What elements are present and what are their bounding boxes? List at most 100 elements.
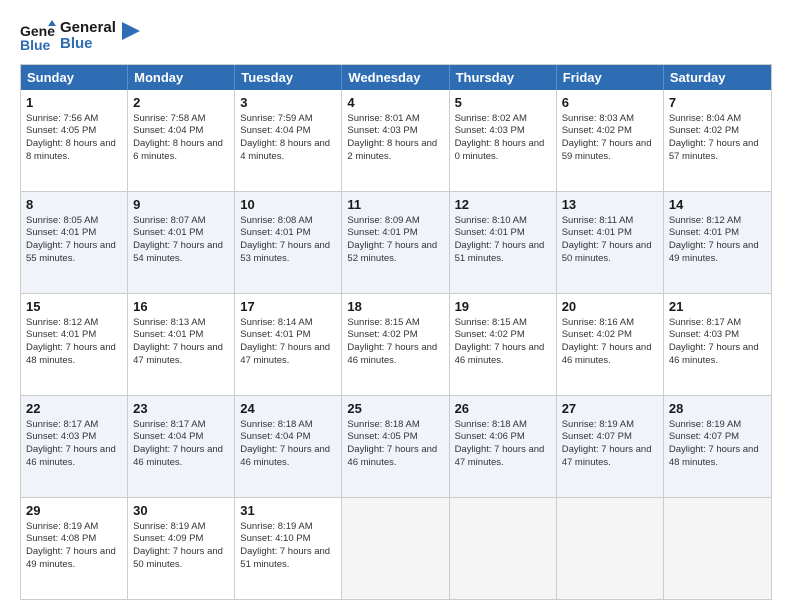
day-number: 21 [669,298,766,316]
day-number: 10 [240,196,336,214]
daylight: Daylight: 7 hours and 50 minutes. [562,240,652,264]
daylight: Daylight: 8 hours and 2 minutes. [347,138,437,162]
daylight: Daylight: 7 hours and 47 minutes. [240,342,330,366]
day-number: 25 [347,400,443,418]
day-number: 2 [133,94,229,112]
sunset: Sunset: 4:03 PM [455,125,525,136]
sunrise: Sunrise: 8:17 AM [26,419,98,430]
day-cell-28: 28Sunrise: 8:19 AMSunset: 4:07 PMDayligh… [664,396,771,497]
day-cell-29: 29Sunrise: 8:19 AMSunset: 4:08 PMDayligh… [21,498,128,599]
daylight: Daylight: 7 hours and 53 minutes. [240,240,330,264]
empty-cell [342,498,449,599]
day-number: 20 [562,298,658,316]
sunrise: Sunrise: 8:17 AM [133,419,205,430]
daylight: Daylight: 8 hours and 6 minutes. [133,138,223,162]
day-header-monday: Monday [128,65,235,90]
sunrise: Sunrise: 8:10 AM [455,215,527,226]
sunset: Sunset: 4:04 PM [240,431,310,442]
sunrise: Sunrise: 8:19 AM [240,521,312,532]
sunset: Sunset: 4:01 PM [133,329,203,340]
day-cell-31: 31Sunrise: 8:19 AMSunset: 4:10 PMDayligh… [235,498,342,599]
logo-line2: Blue [60,36,116,53]
sunrise: Sunrise: 8:11 AM [562,215,634,226]
daylight: Daylight: 7 hours and 46 minutes. [26,444,116,468]
calendar-row-1: 1Sunrise: 7:56 AMSunset: 4:05 PM Daylight… [21,90,771,191]
day-cell-3: 3Sunrise: 7:59 AMSunset: 4:04 PMDaylight… [235,90,342,191]
sunrise: Sunrise: 8:07 AM [133,215,205,226]
day-number: 7 [669,94,766,112]
day-cell-27: 27Sunrise: 8:19 AMSunset: 4:07 PMDayligh… [557,396,664,497]
daylight: Daylight: 7 hours and 46 minutes. [669,342,759,366]
day-number: 16 [133,298,229,316]
day-number: 14 [669,196,766,214]
daylight: Daylight: 8 hours and 0 minutes. [455,138,545,162]
day-cell-5: 5Sunrise: 8:02 AMSunset: 4:03 PMDaylight… [450,90,557,191]
day-cell-10: 10Sunrise: 8:08 AMSunset: 4:01 PMDayligh… [235,192,342,293]
logo-arrow-icon [122,22,140,40]
sunrise: Sunrise: 8:17 AM [669,317,741,328]
sunset: Sunset: 4:06 PM [455,431,525,442]
day-cell-14: 14Sunrise: 8:12 AMSunset: 4:01 PMDayligh… [664,192,771,293]
sunrise: Sunrise: 8:13 AM [133,317,205,328]
day-cell-2: 2Sunrise: 7:58 AMSunset: 4:04 PMDaylight… [128,90,235,191]
calendar-row-3: 15Sunrise: 8:12 AMSunset: 4:01 PMDayligh… [21,293,771,395]
sunrise: Sunrise: 8:19 AM [133,521,205,532]
day-header-sunday: Sunday [21,65,128,90]
daylight: Daylight: 7 hours and 55 minutes. [26,240,116,264]
day-number: 29 [26,502,122,520]
sunset: Sunset: 4:01 PM [562,227,632,238]
day-number: 3 [240,94,336,112]
sunrise: Sunrise: 8:14 AM [240,317,312,328]
day-cell-15: 15Sunrise: 8:12 AMSunset: 4:01 PMDayligh… [21,294,128,395]
daylight: Daylight: 7 hours and 49 minutes. [669,240,759,264]
sunrise: Sunrise: 8:16 AM [562,317,634,328]
day-number: 18 [347,298,443,316]
daylight: Daylight: 7 hours and 46 minutes. [240,444,330,468]
day-number: 17 [240,298,336,316]
day-number: 30 [133,502,229,520]
sunrise: Sunrise: 8:12 AM [669,215,741,226]
day-header-tuesday: Tuesday [235,65,342,90]
sunset: Sunset: 4:05 PM [347,431,417,442]
day-cell-18: 18Sunrise: 8:15 AMSunset: 4:02 PMDayligh… [342,294,449,395]
sunrise: Sunrise: 8:09 AM [347,215,419,226]
calendar-header-row: SundayMondayTuesdayWednesdayThursdayFrid… [21,65,771,90]
day-cell-9: 9Sunrise: 8:07 AMSunset: 4:01 PMDaylight… [128,192,235,293]
day-cell-1: 1Sunrise: 7:56 AMSunset: 4:05 PMDaylight… [21,90,128,191]
day-number: 31 [240,502,336,520]
daylight: Daylight: 7 hours and 46 minutes. [347,444,437,468]
sunset: Sunset: 4:07 PM [669,431,739,442]
logo-icon: General Blue [20,18,56,54]
sunrise: Sunrise: 8:12 AM [26,317,98,328]
sunset: Sunset: 4:03 PM [669,329,739,340]
sunrise: Sunrise: 7:56 AM [26,113,98,124]
daylight: Daylight: 7 hours and 48 minutes. [26,342,116,366]
sunset: Sunset: 4:09 PM [133,533,203,544]
sunset: Sunset: 4:01 PM [26,329,96,340]
sunrise: Sunrise: 8:03 AM [562,113,634,124]
sunrise: Sunrise: 8:18 AM [240,419,312,430]
svg-text:Blue: Blue [20,37,51,53]
sunset: Sunset: 4:01 PM [240,227,310,238]
day-number: 4 [347,94,443,112]
empty-cell [664,498,771,599]
sunset: Sunset: 4:10 PM [240,533,310,544]
sunrise: Sunrise: 8:19 AM [562,419,634,430]
daylight: Daylight: 7 hours and 46 minutes. [347,342,437,366]
day-number: 19 [455,298,551,316]
sunset: Sunset: 4:04 PM [133,431,203,442]
calendar-page: General Blue General Blue SundayMondayTu… [0,0,792,612]
day-header-friday: Friday [557,65,664,90]
sunset: Sunset: 4:05 PM [26,125,96,136]
sunrise: Sunrise: 8:18 AM [347,419,419,430]
day-cell-6: 6Sunrise: 8:03 AMSunset: 4:02 PMDaylight… [557,90,664,191]
sunset: Sunset: 4:01 PM [455,227,525,238]
calendar-row-5: 29Sunrise: 8:19 AMSunset: 4:08 PMDayligh… [21,497,771,599]
day-cell-7: 7Sunrise: 8:04 AMSunset: 4:02 PMDaylight… [664,90,771,191]
day-number: 1 [26,94,122,112]
sunset: Sunset: 4:02 PM [455,329,525,340]
day-number: 26 [455,400,551,418]
day-number: 11 [347,196,443,214]
day-header-saturday: Saturday [664,65,771,90]
daylight: Daylight: 7 hours and 52 minutes. [347,240,437,264]
